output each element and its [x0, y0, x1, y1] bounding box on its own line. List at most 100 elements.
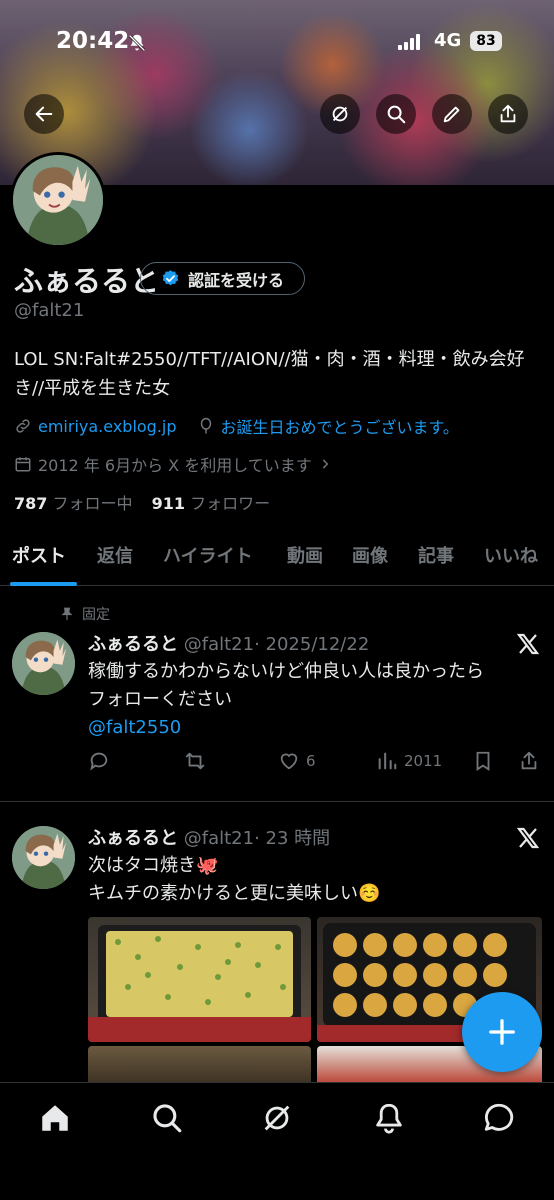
bookmark-button[interactable] [472, 750, 494, 772]
followers-link[interactable]: 911 フォロワー [152, 494, 271, 513]
x-logo-icon [516, 633, 540, 655]
post-author-handle[interactable]: @falt21 [184, 634, 254, 655]
plus-icon [489, 1019, 515, 1045]
status-bar: 20:42 4G 83 [0, 26, 554, 60]
search-icon [153, 1104, 182, 1133]
bottom-navigation [0, 1082, 554, 1200]
share-icon [521, 751, 537, 770]
tab-replies[interactable]: 返信 [97, 542, 133, 568]
tab-likes[interactable]: いいね [484, 542, 538, 568]
post-avatar[interactable] [12, 826, 75, 889]
post-text-line: キムチの素かけると更に美味しい☺️ [88, 883, 381, 904]
joined-row[interactable]: 2012 年 6月から X を利用しています [14, 452, 338, 476]
post-author-handle[interactable]: @falt21 [184, 828, 254, 849]
back-button[interactable] [24, 94, 64, 134]
verified-badge-icon [162, 270, 179, 286]
views-button[interactable]: 2011 [376, 750, 442, 772]
view-count: 2011 [404, 752, 443, 770]
search-icon [387, 105, 406, 124]
bookmark-icon [476, 751, 490, 771]
joined-date: 2012 年 6月から X を利用しています [38, 456, 312, 475]
grok-icon [264, 1105, 290, 1131]
post-photo[interactable] [88, 917, 311, 1042]
tab-articles[interactable]: 記事 [418, 542, 454, 568]
battery-indicator: 83 [470, 31, 502, 51]
pinned-indicator: 固定 [60, 604, 110, 624]
nav-search[interactable] [150, 1101, 184, 1135]
views-icon [378, 752, 397, 770]
compose-button[interactable] [462, 992, 542, 1072]
grok-button[interactable] [320, 94, 360, 134]
post-body: 稼働するかわからないけど仲良い人は良かったら フォローください @falt255… [88, 658, 484, 742]
link-icon [16, 419, 30, 433]
repost-icon [185, 752, 205, 770]
post-body: 次はタコ焼き🐙 キムチの素かけると更に美味しい☺️ [88, 852, 380, 908]
pin-icon [61, 607, 73, 620]
profile-avatar[interactable] [10, 152, 106, 248]
website-link[interactable]: emiriya.exblog.jp [38, 417, 177, 436]
profile-bio: LOL SN:Falt#2550//TFT//AION//猫・肉・酒・料理・飲み… [14, 349, 525, 399]
post-header: ふぁるると @falt21· 2025/12/22 [88, 630, 369, 656]
post-header: ふぁるると @falt21· 23 時間 [88, 824, 330, 850]
heart-icon [280, 753, 298, 770]
tab-videos[interactable]: 動画 [287, 542, 323, 568]
tab-posts[interactable]: ポスト [12, 542, 66, 568]
profile-meta-row: emiriya.exblog.jp お誕生日おめでとうございます。 [14, 414, 459, 438]
post-author-name[interactable]: ふぁるると [88, 828, 178, 849]
nav-grok[interactable] [260, 1101, 294, 1135]
home-icon [42, 1105, 68, 1131]
post-actions: 6 2011 [88, 750, 544, 776]
nav-home[interactable] [38, 1101, 72, 1135]
get-verified-button[interactable]: 認証を受ける [140, 262, 305, 295]
reply-icon [90, 752, 108, 771]
network-type: 4G [434, 30, 462, 51]
following-link[interactable]: 787 フォロー中 [14, 494, 133, 513]
follow-stats: 787 フォロー中 911 フォロワー [14, 490, 270, 514]
share-post-button[interactable] [518, 750, 540, 772]
tab-highlights[interactable]: ハイライト [163, 542, 253, 568]
active-tab-indicator [10, 582, 77, 586]
post-timestamp: · 2025/12/22 [254, 634, 370, 655]
chevron-right-icon [322, 459, 329, 469]
following-count: 787 [14, 494, 48, 513]
grok-icon [332, 106, 348, 122]
post-text-line: 稼働するかわからないけど仲良い人は良かったら [88, 661, 484, 682]
nav-messages[interactable] [482, 1101, 516, 1135]
messages-icon [484, 1103, 514, 1131]
followers-label: フォロワー [190, 494, 271, 513]
profile-handle: @falt21 [14, 300, 85, 321]
post-photo[interactable] [88, 1046, 311, 1086]
tab-media[interactable]: 画像 [352, 542, 388, 568]
post-divider [0, 801, 554, 802]
pencil-icon [443, 106, 460, 123]
post-author-name[interactable]: ふぁるると [88, 634, 178, 655]
like-count: 6 [306, 752, 316, 770]
share-icon [500, 104, 516, 123]
signal-icon [398, 34, 420, 50]
bell-muted-icon [128, 34, 146, 52]
post-mention[interactable]: @falt2550 [88, 714, 484, 742]
balloon-icon [200, 417, 211, 434]
reply-button[interactable] [88, 750, 110, 772]
edit-button[interactable] [432, 94, 472, 134]
birthday-text[interactable]: お誕生日おめでとうございます。 [221, 414, 459, 438]
back-arrow-icon [35, 106, 53, 122]
following-label: フォロー中 [52, 494, 133, 513]
post-text-line: 次はタコ焼き🐙 [88, 855, 219, 876]
repost-button[interactable] [184, 750, 206, 772]
x-logo-icon [516, 827, 540, 849]
profile-name: ふぁるると [14, 264, 160, 298]
followers-count: 911 [151, 494, 186, 513]
share-button[interactable] [488, 94, 528, 134]
search-button[interactable] [376, 94, 416, 134]
nav-notifications[interactable] [372, 1101, 406, 1135]
status-time: 20:42 [56, 28, 130, 54]
like-button[interactable]: 6 [278, 750, 316, 772]
pinned-label: 固定 [82, 607, 110, 623]
post-text-line: フォローください [88, 689, 232, 710]
post-avatar[interactable] [12, 632, 75, 695]
calendar-icon [15, 457, 31, 472]
post-timestamp: · 23 時間 [254, 828, 331, 849]
profile-tabs: ポスト 返信 ハイライト 動画 画像 記事 いいね [0, 532, 554, 586]
notifications-icon [376, 1103, 402, 1134]
